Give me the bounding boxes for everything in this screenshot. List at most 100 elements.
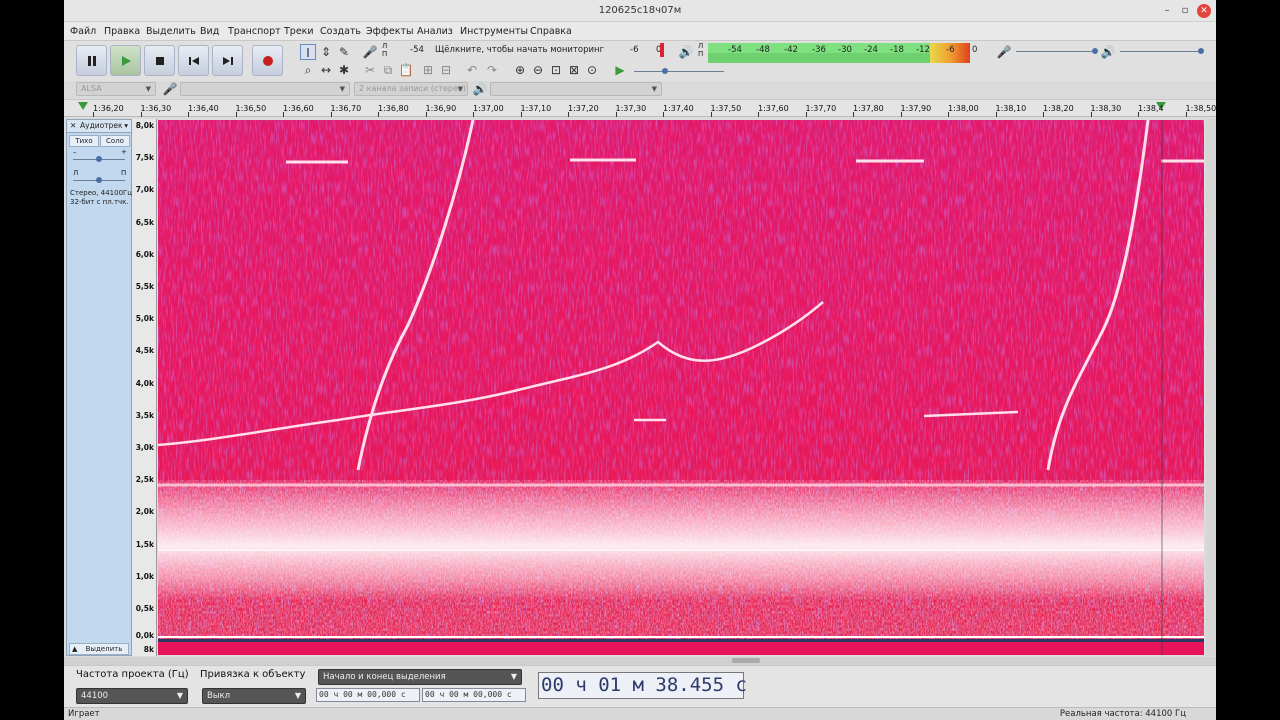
timeshift-tool-icon[interactable]: ↔ <box>318 62 334 78</box>
skip-to-end-button[interactable] <box>212 45 243 76</box>
selection-tool-icon[interactable]: I <box>300 44 316 60</box>
ruler-tick: 1:37,60 <box>758 104 789 113</box>
ruler-tick-mark <box>93 112 94 117</box>
record-button[interactable] <box>252 45 283 76</box>
timeline-ruler[interactable]: 1:36,20 1:36,30 1:36,40 1:36,50 1:36,60 1:36,… <box>64 99 1216 117</box>
selection-mode-combo[interactable]: Начало и конец выделения ▼ <box>318 669 522 685</box>
pan-slider[interactable] <box>73 177 125 183</box>
track-menu-icon[interactable]: ▾ <box>124 120 128 132</box>
spectrogram[interactable] <box>158 120 1204 655</box>
menu-select[interactable]: Выделить <box>146 26 196 37</box>
status-bar: Играет Реальная частота: 44100 Гц <box>64 707 1216 720</box>
trim-icon[interactable]: ⊞ <box>420 62 436 78</box>
snap-combo[interactable]: Выкл ▼ <box>202 688 306 704</box>
zoom-out-icon[interactable]: ⊖ <box>530 62 546 78</box>
menu-effects[interactable]: Эффекты <box>366 26 414 37</box>
project-rate-combo[interactable]: 44100 ▼ <box>76 688 188 704</box>
frequency-ruler[interactable]: 8,0k 7,5k 7,0k 6,5k 6,0k 5,5k 5,0k 4,5k 4,0k 3,5k… <box>132 119 157 656</box>
frequency-label: 4,0k <box>135 378 154 388</box>
copy-icon[interactable]: ⧉ <box>380 62 396 78</box>
cut-icon[interactable]: ✂ <box>362 62 378 78</box>
play-button[interactable] <box>110 45 141 76</box>
ruler-tick: 1:36,40 <box>188 104 219 113</box>
play-speed-slider[interactable] <box>634 68 724 74</box>
select-track-button[interactable]: ▲ Выделить <box>69 643 129 655</box>
menu-file[interactable]: Файл <box>70 26 96 37</box>
play-volume-slider[interactable] <box>1120 48 1204 54</box>
menu-bar: Файл Правка Выделить Вид Транспорт Треки… <box>64 22 1216 41</box>
paste-icon[interactable]: 📋 <box>398 62 414 78</box>
playback-device-combo[interactable]: ▼ <box>490 82 662 96</box>
frequency-label: 2,5k <box>135 475 154 485</box>
menu-transport[interactable]: Транспорт <box>228 26 281 37</box>
zoom-toggle-icon[interactable]: ⊙ <box>584 62 600 78</box>
frequency-label: 3,5k <box>135 410 154 420</box>
menu-analyze[interactable]: Анализ <box>417 26 453 37</box>
ruler-tick: 1:37,40 <box>663 104 694 113</box>
close-icon[interactable]: ✕ <box>1197 4 1211 18</box>
ruler-tick-mark <box>615 112 617 117</box>
project-rate-value: 44100 <box>81 691 109 701</box>
ruler-tick: 1:36,90 <box>425 104 457 113</box>
pause-button[interactable] <box>76 45 107 76</box>
vertical-scrollbar[interactable] <box>1206 119 1216 656</box>
track-format: Стерео, 44100Гц <box>70 189 133 197</box>
menu-generate[interactable]: Создать <box>320 26 361 37</box>
maximize-icon[interactable]: ▫ <box>1178 4 1192 18</box>
menu-tools[interactable]: Инструменты <box>460 26 528 37</box>
snap-value: Выкл <box>207 691 231 701</box>
record-channels-combo[interactable]: 2 канала записи (стерео) ▼ <box>354 82 468 96</box>
frequency-label: 2,0k <box>135 507 154 517</box>
frequency-label: 5,0k <box>135 314 154 324</box>
audio-host-combo[interactable]: ALSA ▼ <box>76 82 156 96</box>
horizontal-scroll-thumb[interactable] <box>732 658 760 663</box>
fit-project-icon[interactable]: ⊠ <box>566 62 582 78</box>
actual-rate-text: Реальная частота: 44100 Гц <box>1059 709 1186 719</box>
collapse-icon[interactable]: ▲ <box>72 645 77 653</box>
fit-selection-icon[interactable]: ⊡ <box>548 62 564 78</box>
project-rate-label: Частота проекта (Гц) <box>76 669 189 680</box>
menu-view[interactable]: Вид <box>200 26 219 37</box>
envelope-tool-icon[interactable]: ⇕ <box>318 44 334 60</box>
undo-icon[interactable]: ↶ <box>464 62 480 78</box>
frequency-label: 8k <box>143 645 154 654</box>
selection-end-field[interactable]: 00 ч 00 м 00,000 с <box>422 688 526 702</box>
speaker-icon[interactable]: 🔊 <box>678 44 694 60</box>
pause-icon <box>87 55 96 66</box>
stop-button[interactable] <box>144 45 175 76</box>
track-close-icon[interactable]: ✕ <box>70 120 76 132</box>
frequency-label: 0,5k <box>135 604 154 613</box>
monitor-hint[interactable]: Щёлкните, чтобы начать мониторинг <box>435 45 604 55</box>
microphone-icon[interactable]: 🎤 <box>362 44 378 60</box>
minimize-icon[interactable]: – <box>1160 4 1174 18</box>
multi-tool-icon[interactable]: ✱ <box>336 62 352 78</box>
ruler-tick-mark <box>1185 112 1187 117</box>
horizontal-scrollbar[interactable] <box>64 657 1216 665</box>
ruler-tick: 1:37,00 <box>473 104 504 113</box>
draw-tool-icon[interactable]: ✎ <box>336 44 352 60</box>
selection-start-field[interactable]: 00 ч 00 м 00,000 с <box>316 688 420 702</box>
zoom-tool-icon[interactable]: ⌕ <box>300 62 316 78</box>
title-bar: 120625c18ч07м – ▫ ✕ <box>64 0 1216 22</box>
redo-icon[interactable]: ↷ <box>484 62 500 78</box>
frequency-label: 0,0k <box>135 631 154 640</box>
track-name-bar[interactable]: ✕ Аудиотрек ▾ <box>67 120 131 133</box>
record-channels-value: 2 канала записи (стерео) <box>359 84 466 93</box>
menu-edit[interactable]: Правка <box>104 26 140 37</box>
silence-icon[interactable]: ⊟ <box>438 62 454 78</box>
zoom-in-icon[interactable]: ⊕ <box>512 62 528 78</box>
gain-slider[interactable] <box>73 156 125 162</box>
record-volume-slider[interactable] <box>1016 48 1098 54</box>
solo-button[interactable]: Соло <box>100 135 130 147</box>
frequency-label: 4,5k <box>135 346 154 356</box>
record-device-combo[interactable]: ▼ <box>180 82 350 96</box>
skip-to-start-button[interactable] <box>178 45 209 76</box>
menu-help[interactable]: Справка <box>530 26 572 37</box>
mute-button[interactable]: Тихо <box>69 135 99 147</box>
audio-position-display[interactable]: 00 ч 01 м 38.455 с <box>538 672 747 699</box>
menu-tracks[interactable]: Треки <box>284 26 314 37</box>
ruler-tick-mark <box>520 112 522 117</box>
select-track-label: Выделить <box>85 645 123 653</box>
status-text: Играет <box>68 709 100 719</box>
play-at-speed-icon[interactable]: ▶ <box>612 62 628 78</box>
